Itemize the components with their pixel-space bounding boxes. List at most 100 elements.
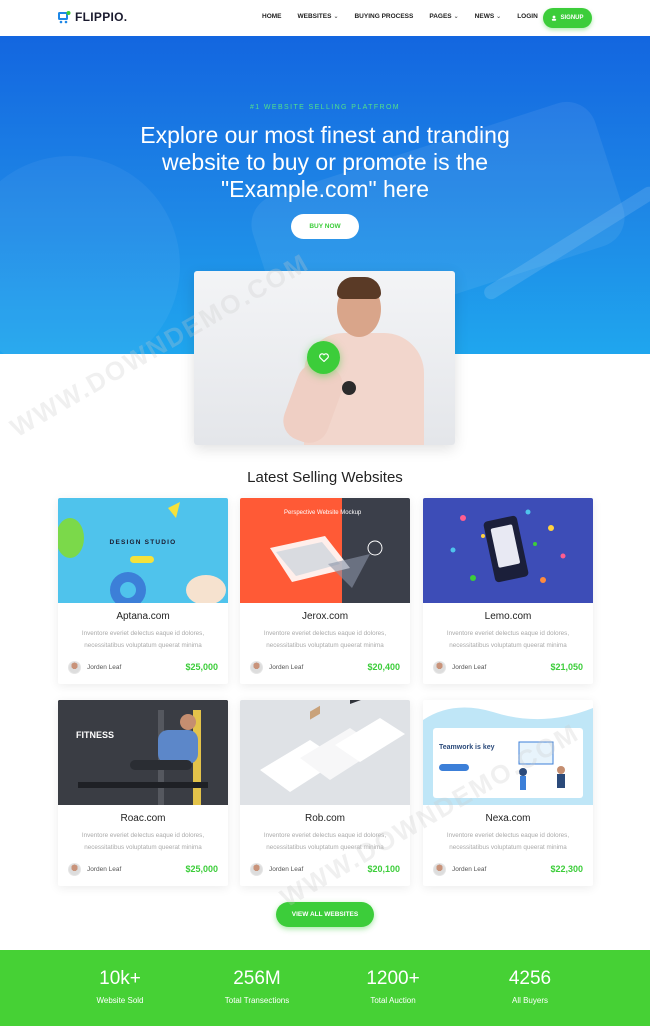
heart-icon: [318, 353, 329, 362]
nav-home[interactable]: HOME: [262, 13, 282, 20]
author-name: Jorden Leaf: [269, 663, 304, 671]
nav-news-label: NEWS: [474, 13, 495, 20]
card-footer: Jorden Leaf $25,000: [68, 660, 218, 674]
website-thumbnail: DESIGN STUDIO: [58, 498, 228, 603]
top-navbar: FLIPPIO. HOME WEBSITES ⌄ BUYING PROCESS P…: [0, 0, 650, 36]
heart-button[interactable]: [307, 341, 340, 374]
hero-tagline: #1 WEBSITE SELLING PLATFROM: [249, 104, 401, 111]
card-footer: Jorden Leaf $21,050: [433, 660, 583, 674]
website-card[interactable]: Perspective Website Mockup Jerox.com Inv…: [240, 498, 410, 684]
nav-login[interactable]: LOGIN: [517, 13, 538, 20]
stat-value: 1200+: [366, 968, 420, 989]
nav-buying-process[interactable]: BUYING PROCESS: [354, 13, 413, 20]
stats-bar: 10k+ Website Sold 256M Total Transection…: [0, 950, 650, 1026]
signup-label: SIGNUP: [560, 15, 584, 21]
thumb-caption: Teamwork is key: [439, 744, 495, 751]
brand-name: FLIPPIO.: [75, 10, 128, 24]
avatar: [250, 660, 263, 674]
chevron-down-icon: ⌄: [496, 14, 502, 20]
author-name: Jorden Leaf: [87, 663, 122, 671]
price: $22,300: [550, 864, 583, 874]
website-description: Inventore everiet delectus eaque id dolo…: [263, 630, 387, 649]
website-thumbnail: FITNESS: [58, 700, 228, 805]
thumb-caption: DESIGN STUDIO: [109, 539, 177, 546]
website-thumbnail: [240, 700, 410, 805]
card-footer: Jorden Leaf $25,000: [68, 862, 218, 876]
main-menu: HOME WEBSITES ⌄ BUYING PROCESS PAGES ⌄ NEW…: [262, 13, 554, 20]
website-description: Inventore everiet delectus eaque id dolo…: [446, 832, 570, 851]
website-name: Roac.com: [120, 813, 166, 824]
person-hair: [337, 277, 381, 299]
price: $25,000: [185, 864, 218, 874]
nav-pages[interactable]: PAGES ⌄: [429, 13, 458, 20]
stat-value: 256M: [233, 968, 281, 989]
website-description: Inventore everiet delectus eaque id dolo…: [81, 630, 205, 649]
nav-pages-label: PAGES: [429, 13, 452, 20]
website-name: Rob.com: [304, 813, 345, 824]
chevron-down-icon: ⌄: [333, 14, 339, 20]
stat-total-transections: 256M Total Transections: [197, 968, 317, 1005]
fitness-artwork: [58, 700, 228, 805]
cart-icon: [58, 11, 71, 24]
stat-website-sold: 10k+ Website Sold: [60, 968, 180, 1005]
website-thumbnail: [423, 498, 593, 603]
thumb-caption: Perspective Website Mockup: [284, 510, 362, 516]
confetti-artwork: [450, 509, 566, 583]
website-card[interactable]: Teamwork is key Nexa.com Inventore everi…: [423, 700, 593, 886]
brand-logo[interactable]: FLIPPIO.: [57, 10, 127, 24]
stat-label: Total Auction: [370, 996, 416, 1005]
stat-value: 4256: [508, 968, 552, 989]
website-description: Inventore everiet delectus eaque id dolo…: [446, 630, 570, 649]
website-card[interactable]: Rob.com Inventore everiet delectus eaque…: [240, 700, 410, 886]
avatar: [68, 862, 81, 876]
website-name: Nexa.com: [485, 813, 531, 824]
nav-login-label: LOGIN: [517, 13, 538, 20]
nav-websites-label: WEBSITES: [297, 13, 332, 20]
card-footer: Jorden Leaf $22,300: [433, 862, 583, 876]
section-title: Latest Selling Websites: [247, 469, 403, 486]
design-studio-artwork: [58, 502, 226, 603]
author-name: Jorden Leaf: [452, 865, 487, 873]
website-description: Inventore everiet delectus eaque id dolo…: [263, 832, 387, 851]
website-card[interactable]: Lemo.com Inventore everiet delectus eaqu…: [423, 498, 593, 684]
stat-total-auction: 1200+ Total Auction: [333, 968, 453, 1005]
stat-value: 10k+: [99, 968, 141, 989]
card-footer: Jorden Leaf $20,400: [250, 660, 400, 674]
website-card[interactable]: DESIGN STUDIO Aptana.com Inventore everi…: [58, 498, 228, 684]
website-name: Aptana.com: [116, 611, 170, 622]
avatar: [433, 862, 446, 876]
stat-label: All Buyers: [511, 996, 548, 1005]
view-all-websites-button[interactable]: VIEW ALL WEBSITES: [276, 902, 374, 927]
user-icon: [552, 15, 557, 21]
stat-label: Website Sold: [96, 996, 144, 1005]
website-thumbnail: Perspective Website Mockup: [240, 498, 410, 603]
teamwork-artwork: [423, 707, 593, 805]
author-name: Jorden Leaf: [87, 865, 122, 873]
thumb-caption: FITNESS: [76, 730, 115, 740]
website-thumbnail: Teamwork is key: [423, 700, 593, 805]
nav-websites[interactable]: WEBSITES ⌄: [298, 13, 339, 20]
avatar: [250, 862, 263, 876]
chevron-down-icon: ⌄: [453, 14, 459, 20]
signup-button[interactable]: SIGNUP: [543, 8, 592, 28]
nav-news[interactable]: NEWS ⌄: [475, 13, 502, 20]
screens-artwork: [260, 700, 405, 792]
website-description: Inventore everiet delectus eaque id dolo…: [81, 832, 205, 851]
price: $21,050: [550, 662, 583, 672]
card-footer: Jorden Leaf $20,100: [250, 862, 400, 876]
watch-icon: [342, 381, 356, 395]
website-card[interactable]: FITNESS Roac.com Inventore everiet delec…: [58, 700, 228, 886]
stat-all-buyers: 4256 All Buyers: [470, 968, 590, 1005]
price: $20,400: [367, 662, 400, 672]
hero-title: Explore our most finest and tranding web…: [140, 122, 510, 202]
author-name: Jorden Leaf: [452, 663, 487, 671]
price: $20,100: [367, 864, 400, 874]
stat-label: Total Transections: [224, 996, 290, 1005]
nav-buying-process-label: BUYING PROCESS: [354, 13, 414, 20]
buy-now-button[interactable]: BUY NOW: [291, 214, 359, 239]
avatar: [68, 660, 81, 674]
website-name: Lemo.com: [484, 611, 532, 622]
price: $25,000: [185, 662, 218, 672]
website-name: Jerox.com: [301, 611, 349, 622]
nav-home-label: HOME: [262, 13, 282, 20]
